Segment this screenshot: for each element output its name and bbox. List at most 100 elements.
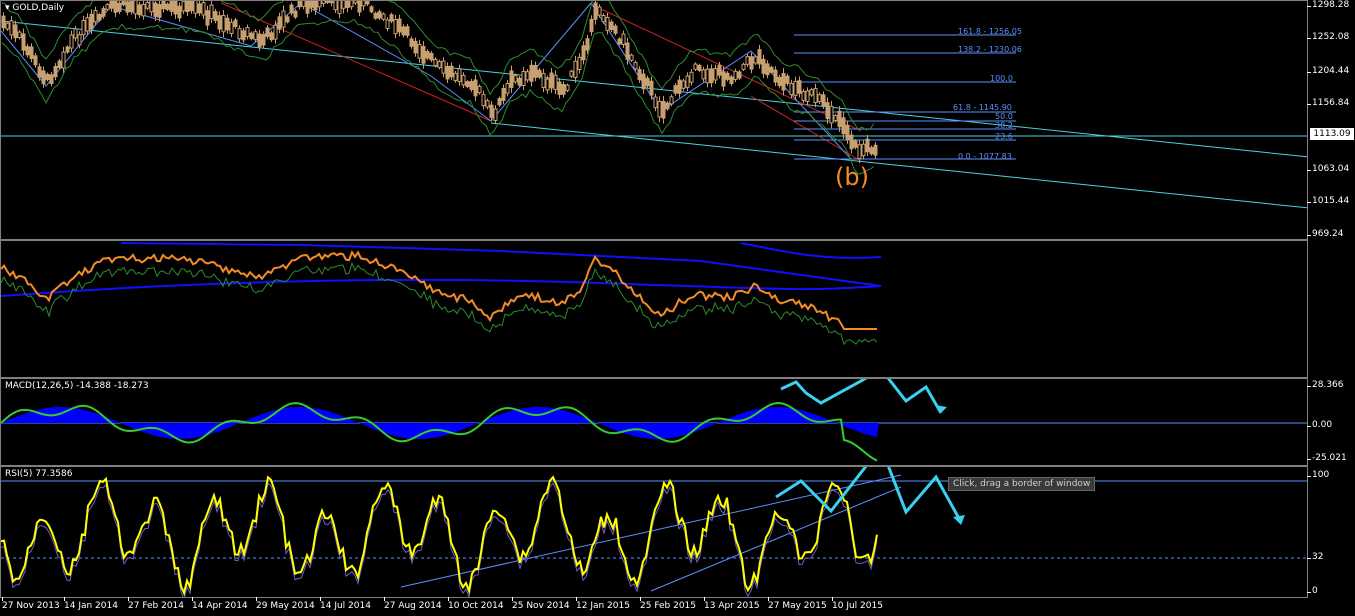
candle-body — [369, 6, 374, 13]
candle-body — [577, 56, 582, 71]
candle-body — [37, 66, 42, 78]
candle-body — [461, 74, 466, 86]
candle-body — [97, 14, 102, 21]
candle-body — [861, 143, 866, 157]
candle-body — [193, 1, 198, 14]
candle-body — [481, 93, 486, 107]
candle-body — [833, 115, 838, 122]
candle-body — [797, 80, 802, 94]
candle-body — [849, 134, 854, 150]
candle-body — [137, 4, 142, 16]
candle-body — [865, 138, 870, 153]
candle-body — [105, 4, 110, 10]
candle-body — [429, 52, 434, 61]
rsi-pane[interactable]: RSI(5) 77.3586 — [0, 466, 1308, 598]
candle-body — [673, 85, 678, 94]
candle-body — [801, 91, 806, 101]
price-tick: 1015.44 — [1306, 196, 1350, 206]
candle-body — [133, 1, 138, 15]
macd-arrowhead — [935, 405, 947, 413]
candle-body — [69, 34, 74, 49]
red-channel-line-1[interactable] — [220, 2, 492, 122]
candle-body — [365, 1, 370, 5]
candle-body — [533, 65, 538, 78]
chart-symbol-label[interactable]: ▾ GOLD,Daily — [5, 3, 64, 13]
fib-label-161: 161.8 - 1256.05 — [958, 27, 1022, 36]
candle-body — [397, 18, 402, 33]
candle-body — [689, 71, 694, 83]
candle-body — [549, 72, 554, 89]
candle-body — [81, 19, 86, 36]
candle-body — [761, 58, 766, 74]
candle-body — [653, 96, 658, 109]
candle-body — [225, 17, 230, 31]
candle-body — [205, 10, 210, 26]
candle-body — [5, 22, 10, 30]
candle-body — [185, 1, 190, 13]
time-tick: 25 Nov 2014 — [512, 597, 570, 611]
candle-body — [409, 38, 414, 47]
candle-body — [593, 2, 598, 20]
candle-body — [421, 46, 426, 64]
rsi-canvas — [1, 467, 1307, 597]
candle-body — [13, 24, 18, 39]
candle-body — [713, 68, 718, 81]
indicator-pane[interactable] — [0, 240, 1308, 378]
candle-body — [829, 105, 834, 124]
rsi-tick: 0 — [1307, 586, 1318, 596]
time-tick: 10 Jul 2015 — [832, 597, 883, 611]
candle-body — [749, 56, 754, 70]
candle-body — [773, 69, 778, 83]
time-tick: 14 Apr 2014 — [192, 597, 248, 611]
candle-body — [293, 10, 298, 18]
rsi-arrowhead — [953, 515, 965, 525]
resize-tooltip: Click, drag a border of window — [948, 477, 1096, 491]
candle-body — [21, 33, 26, 51]
candle-body — [785, 75, 790, 84]
candle-body — [389, 14, 394, 22]
macd-pane[interactable]: MACD(12,26,5) -14.388 -18.273 — [0, 378, 1308, 466]
price-axis[interactable]: 1298.28 1252.08 1204.44 1156.84 1063.04 … — [1306, 0, 1355, 240]
time-tick: 27 Nov 2013 — [2, 597, 60, 611]
main-chart-pane[interactable]: ▾ GOLD,Daily 161.8 - 1256.05 138.2 - 123… — [0, 0, 1308, 240]
candle-body — [241, 30, 246, 41]
candle-body — [681, 80, 686, 89]
candle-body — [857, 144, 862, 160]
candle-body — [757, 49, 762, 65]
candle-body — [561, 84, 566, 95]
candle-body — [505, 82, 510, 94]
candle-body — [269, 32, 274, 41]
candle-body — [249, 32, 254, 40]
candle-body — [61, 51, 66, 69]
rsi-line — [1, 475, 878, 597]
time-tick: 25 Feb 2015 — [640, 597, 697, 611]
rsi-projection-arrow — [775, 467, 963, 523]
candle-body — [333, 1, 338, 11]
candle-body — [837, 110, 842, 128]
candle-body — [485, 100, 490, 108]
price-tick: 1298.28 — [1306, 0, 1350, 10]
candle-body — [613, 25, 618, 34]
candle-body — [669, 96, 674, 105]
time-axis[interactable]: 27 Nov 2013 14 Jan 2014 27 Feb 2014 14 A… — [0, 597, 1308, 616]
macd-canvas — [1, 379, 1307, 462]
fib-label-50: 50.0 — [995, 112, 1013, 121]
candle-body — [721, 71, 726, 87]
candle-body — [41, 70, 46, 85]
candle-body — [457, 68, 462, 83]
candle-body — [769, 66, 774, 73]
candle-body — [345, 1, 350, 8]
price-chart-canvas — [1, 1, 1308, 209]
candle-body — [641, 73, 646, 90]
candle-body — [497, 98, 502, 106]
candle-body — [625, 42, 630, 60]
candle-body — [149, 1, 154, 13]
candle-body — [181, 1, 186, 12]
candle-body — [117, 2, 122, 12]
candle-body — [121, 1, 126, 6]
candle-body — [285, 16, 290, 23]
long-trendline-upper[interactable] — [1, 20, 1308, 158]
candle-body — [637, 69, 642, 81]
candle-body — [57, 60, 62, 68]
candle-body — [449, 65, 454, 78]
